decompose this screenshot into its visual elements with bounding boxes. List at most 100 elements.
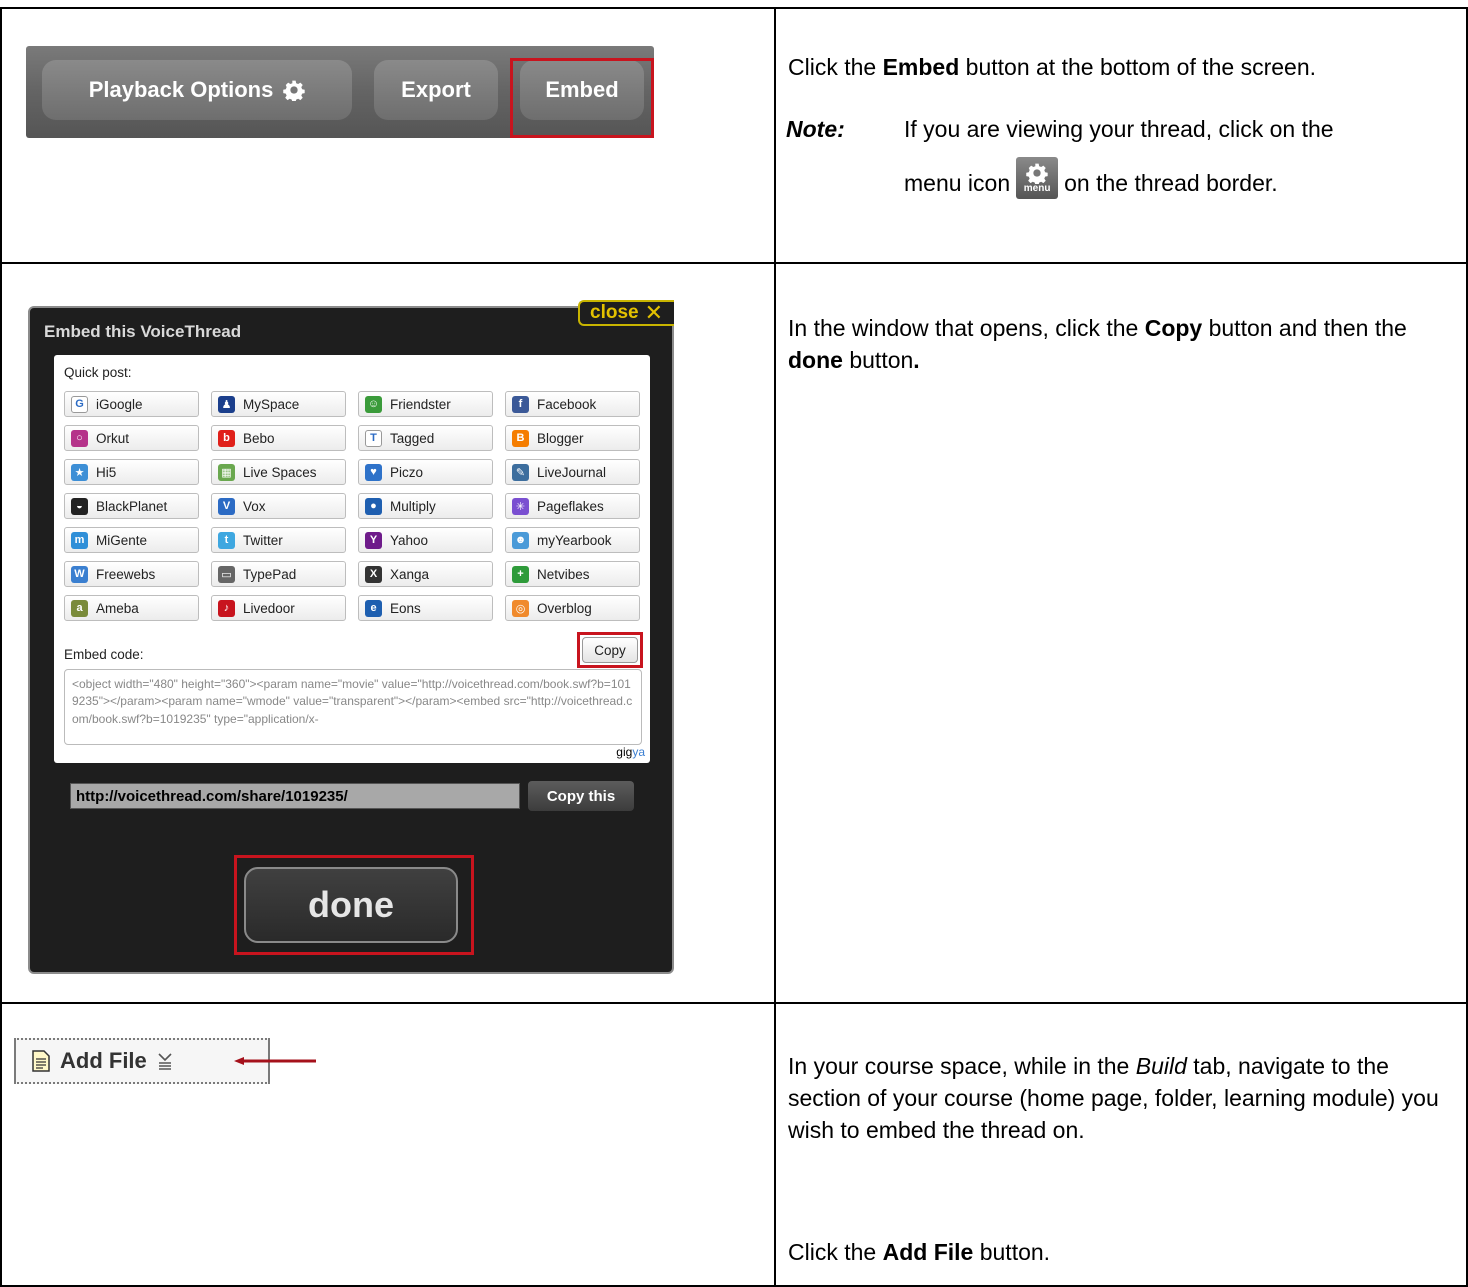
service-label: MiGente [96, 532, 148, 548]
step-row-copy: Embed this VoiceThread close ✕ Quick pos… [2, 264, 1466, 1004]
service-button[interactable]: ♟ MySpace [211, 391, 346, 417]
service-button[interactable]: f Facebook [505, 391, 640, 417]
livespaces-icon: ▦ [218, 463, 235, 481]
share-url-field[interactable]: http://voicethread.com/share/1019235/ [70, 783, 520, 809]
service-button[interactable]: ◒ BlackPlanet [64, 493, 199, 519]
close-icon: ✕ [644, 300, 664, 325]
eons-icon: e [365, 599, 382, 617]
hi5-icon: ★ [71, 463, 88, 481]
service-label: Overblog [537, 600, 592, 616]
instruction-text: Click the Embed button at the bottom of … [788, 54, 1317, 80]
service-button[interactable]: GiGoogle [64, 391, 199, 417]
service-label: Vox [243, 498, 266, 514]
service-button[interactable]: ✎ LiveJournal [505, 459, 640, 485]
embed-highlight-box [510, 58, 654, 138]
service-button[interactable]: ★ Hi5 [64, 459, 199, 485]
export-label: Export [401, 77, 471, 102]
gigya-logo: gigya [616, 745, 645, 759]
service-button[interactable]: ✳ Pageflakes [505, 493, 640, 519]
instruction-cell: Click the Embed button at the bottom of … [776, 9, 1466, 262]
instruction-text-click: Click the Add File button. [788, 1239, 1051, 1265]
blackplanet-icon: ◒ [71, 497, 88, 515]
export-button[interactable]: Export [374, 60, 498, 120]
service-label: Freewebs [96, 566, 156, 582]
pointer-arrow-icon [234, 1057, 316, 1065]
vox-icon: V [218, 497, 235, 515]
note-text: If you are viewing your thread, click on… [904, 116, 1334, 142]
chevron-down-icon [158, 1053, 172, 1070]
playback-options-button[interactable]: Playback Options [42, 60, 352, 120]
gear-icon [1026, 163, 1048, 184]
service-label: Friendster [390, 396, 451, 412]
quick-post-panel: Quick post: GiGoogle ♟ MySpace ☺ Friendster f… [54, 355, 650, 763]
service-button[interactable]: ○ Orkut [64, 425, 199, 451]
service-button[interactable]: V Vox [211, 493, 346, 519]
embed-code-textarea[interactable]: <object width="480" height="360"><param … [64, 669, 642, 745]
google-icon: G [71, 395, 88, 413]
step-row-embed: Playback Options Export Embed Click the … [2, 9, 1466, 264]
service-button[interactable]: ☺ Friendster [358, 391, 493, 417]
service-button[interactable]: X Xanga [358, 561, 493, 587]
service-label: Live Spaces [243, 464, 317, 480]
playback-options-label: Playback Options [88, 77, 274, 102]
service-label: BlackPlanet [96, 498, 168, 514]
instruction-text-navigate: In your course space, while in the Build… [788, 1053, 1439, 1144]
service-label: Livedoor [243, 600, 295, 616]
netvibes-icon: + [512, 565, 529, 583]
service-button[interactable]: ▭ TypePad [211, 561, 346, 587]
service-label: Eons [390, 600, 421, 616]
service-label: Ameba [96, 600, 139, 616]
step-row-add-file: Add File In your course space, while in … [2, 1004, 1466, 1287]
service-label: Yahoo [390, 532, 429, 548]
service-button[interactable]: m MiGente [64, 527, 199, 553]
service-button[interactable]: Y Yahoo [358, 527, 493, 553]
service-button[interactable]: e Eons [358, 595, 493, 621]
myyearbook-icon: ☻ [512, 531, 529, 549]
service-label: Hi5 [96, 464, 117, 480]
overblog-icon: ◎ [512, 599, 529, 617]
service-button[interactable]: a Ameba [64, 595, 199, 621]
multiply-icon: ● [365, 497, 382, 515]
service-label: Xanga [390, 566, 430, 582]
service-button[interactable]: t Twitter [211, 527, 346, 553]
service-grid: GiGoogle ♟ MySpace ☺ Friendster f Facebook ○ Ork… [64, 391, 642, 621]
service-button[interactable]: ◎ Overblog [505, 595, 640, 621]
service-label: iGoogle [96, 396, 143, 412]
service-button[interactable]: B Blogger [505, 425, 640, 451]
document-icon [32, 1050, 50, 1072]
service-button[interactable]: ● Multiply [358, 493, 493, 519]
note-label: Note: [786, 116, 845, 142]
service-button[interactable]: ♪ Livedoor [211, 595, 346, 621]
service-button[interactable]: b Bebo [211, 425, 346, 451]
twitter-icon: t [218, 531, 235, 549]
myspace-icon: ♟ [218, 395, 235, 413]
screenshot-cell: Embed this VoiceThread close ✕ Quick pos… [2, 264, 774, 1002]
service-button[interactable]: T Tagged [358, 425, 493, 451]
copy-this-button[interactable]: Copy this [528, 781, 634, 811]
menu-icon-label: menu [1023, 183, 1051, 194]
ameba-icon: a [71, 599, 88, 617]
yahoo-icon: Y [365, 531, 382, 549]
freewebs-icon: W [71, 565, 88, 583]
service-button[interactable]: + Netvibes [505, 561, 640, 587]
blogger-icon: B [512, 429, 529, 447]
service-label: Pageflakes [537, 498, 604, 514]
service-button[interactable]: ☻ myYearbook [505, 527, 640, 553]
instructions-table: Playback Options Export Embed Click the … [0, 7, 1468, 1287]
bebo-icon: b [218, 429, 235, 447]
screenshot-cell: Add File [2, 1004, 774, 1287]
close-button[interactable]: close ✕ [578, 300, 674, 326]
service-label: Tagged [390, 430, 435, 446]
add-file-button[interactable]: Add File [14, 1038, 270, 1084]
add-file-label: Add File [60, 1048, 147, 1073]
copy-highlight-box [577, 632, 643, 668]
service-button[interactable]: ▦ Live Spaces [211, 459, 346, 485]
service-button[interactable]: W Freewebs [64, 561, 199, 587]
service-button[interactable]: ♥ Piczo [358, 459, 493, 485]
service-label: Bebo [243, 430, 275, 446]
pageflakes-icon: ✳ [512, 497, 529, 515]
service-label: TypePad [243, 566, 297, 582]
embed-code-label: Embed code: [64, 647, 144, 662]
service-label: Piczo [390, 464, 424, 480]
note-menu-text: menu icon [904, 169, 1011, 196]
